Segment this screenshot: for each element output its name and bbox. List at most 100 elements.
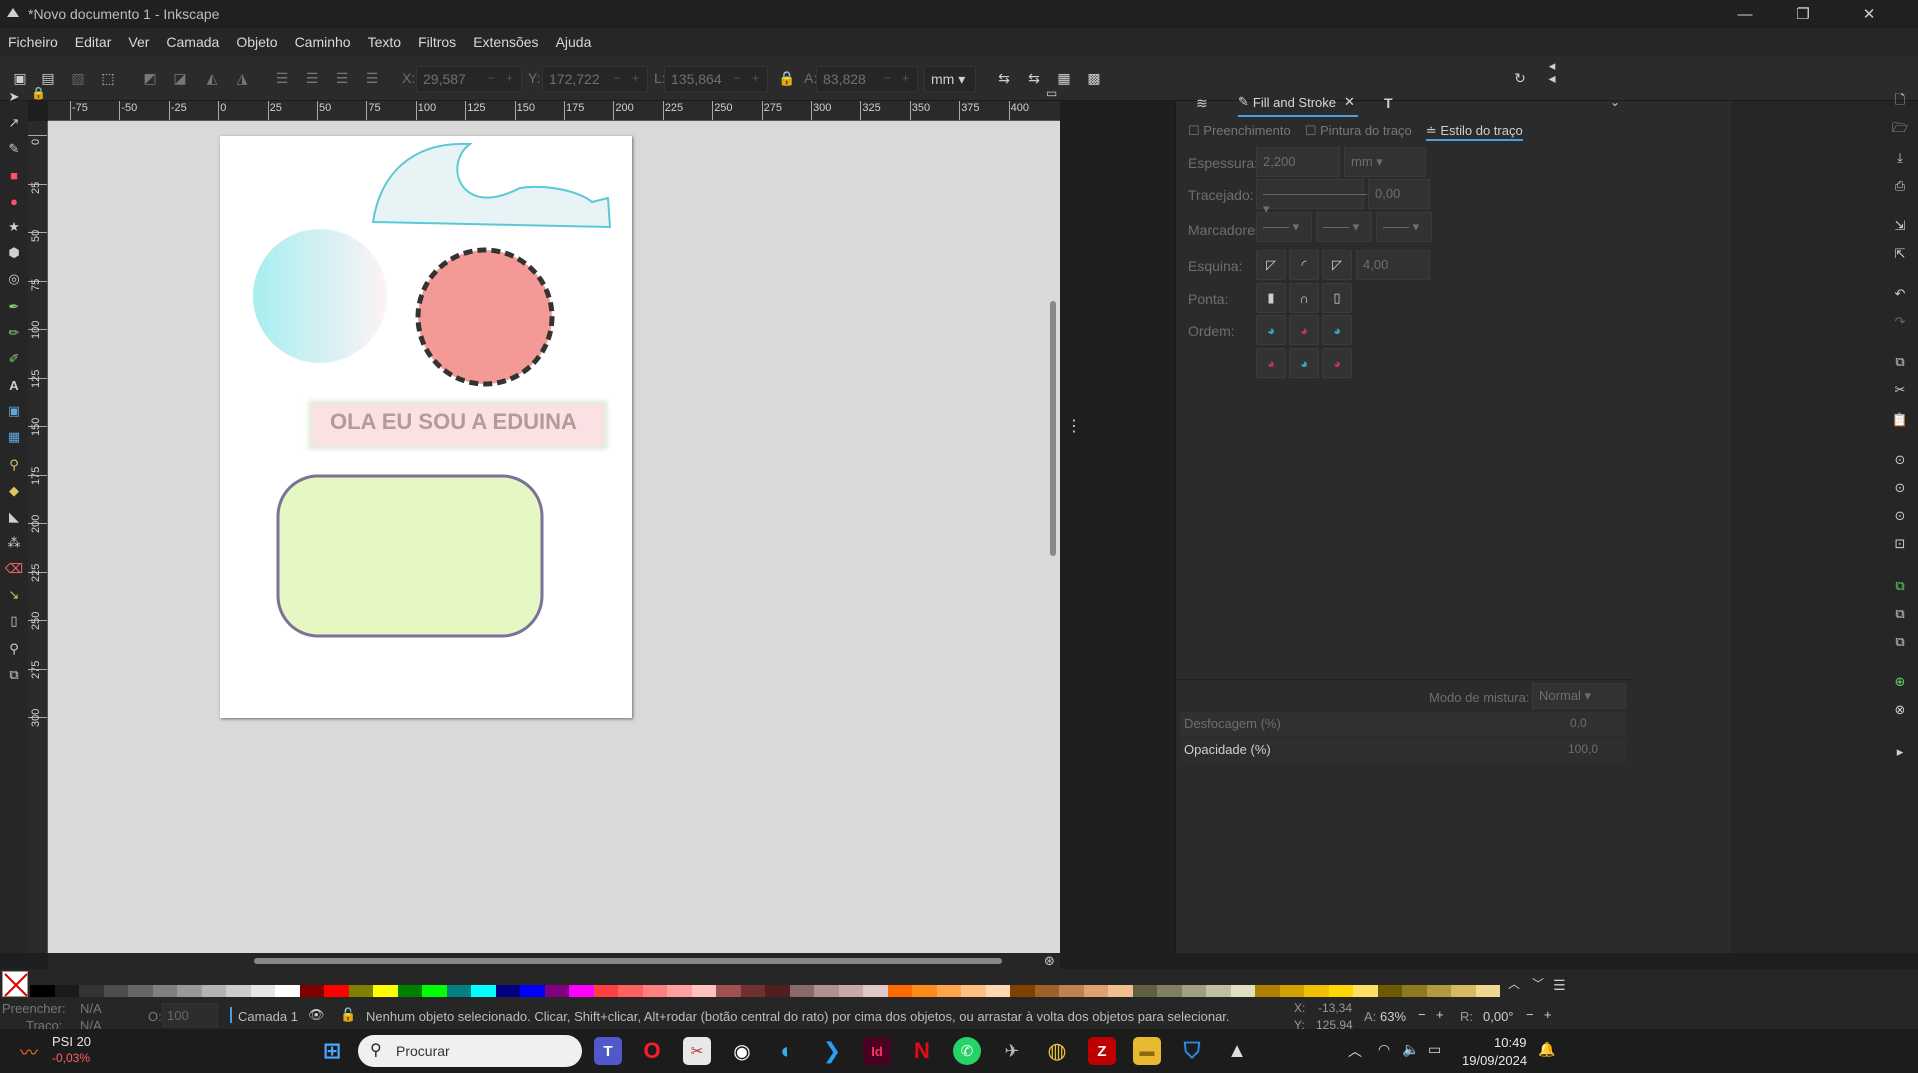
selector-tool-icon[interactable]: ➤ — [4, 87, 24, 107]
color-swatch[interactable] — [1034, 985, 1059, 997]
stroke-width-field[interactable]: 2,200 — [1256, 147, 1340, 177]
end-marker-select[interactable]: —— ▾ — [1376, 212, 1432, 242]
new-document-icon[interactable]: 🗋 — [1890, 92, 1910, 112]
menu-camada[interactable]: Camada — [166, 34, 219, 50]
color-swatch[interactable] — [642, 985, 667, 997]
gradient-circle[interactable] — [253, 229, 387, 363]
color-swatch[interactable] — [422, 985, 447, 997]
color-manage-icon[interactable]: ⊛ — [1044, 953, 1055, 969]
raise-to-top-icon[interactable]: ☰ — [272, 68, 292, 88]
rectangle-tool-icon[interactable]: ■ — [4, 165, 24, 185]
start-marker-select[interactable]: —— ▾ — [1256, 212, 1312, 242]
color-swatch[interactable] — [495, 985, 520, 997]
notifications-icon[interactable]: 🔔 — [1538, 1041, 1555, 1058]
close-tab-icon[interactable]: ✕ — [1344, 94, 1355, 110]
unlink-clone-icon[interactable]: ⧉ — [1890, 632, 1910, 652]
whatsapp-web-icon[interactable]: ◉ — [728, 1037, 756, 1065]
edge-icon[interactable]: ◐ — [773, 1037, 801, 1065]
volume-icon[interactable]: 🔈 — [1402, 1041, 1419, 1058]
color-swatch[interactable] — [250, 985, 275, 997]
color-swatch[interactable] — [1083, 985, 1108, 997]
pen-tool-icon[interactable]: ✒ — [4, 297, 24, 317]
blur-slider[interactable]: Desfocagem (%) 0,0 — [1180, 712, 1626, 736]
deselect-icon[interactable]: ▧ — [68, 68, 88, 88]
open-icon[interactable]: 🗁 — [1890, 120, 1910, 140]
menu-ficheiro[interactable]: Ficheiro — [8, 34, 58, 50]
zoom-out-icon[interactable]: − — [1418, 1007, 1426, 1022]
pages-tool-icon[interactable]: ▯ — [4, 611, 24, 631]
3d-box-tool-icon[interactable]: ⬢ — [4, 243, 24, 263]
battery-icon[interactable]: ▭ — [1428, 1041, 1441, 1058]
windows-start-icon[interactable]: ⊞ — [318, 1037, 346, 1065]
panel-menu-icon[interactable]: ⌄ — [1610, 95, 1620, 109]
paint-bucket-tool-icon[interactable]: ◆ — [4, 481, 24, 501]
chrome-icon[interactable]: ◍ — [1043, 1037, 1071, 1065]
color-swatch[interactable] — [152, 985, 177, 997]
x-field[interactable]: 29,587− + — [416, 66, 522, 92]
transform-patterns-icon[interactable]: ▩ — [1084, 68, 1104, 88]
flip-vertical-icon[interactable]: ◮ — [232, 68, 252, 88]
color-swatch[interactable] — [446, 985, 471, 997]
color-swatch[interactable] — [30, 985, 55, 997]
color-swatch[interactable] — [1181, 985, 1206, 997]
rotation-value[interactable]: 0,00° — [1483, 1009, 1514, 1024]
color-swatch[interactable] — [348, 985, 373, 997]
menu-objeto[interactable]: Objeto — [236, 34, 277, 50]
menu-caminho[interactable]: Caminho — [295, 34, 351, 50]
menu-texto[interactable]: Texto — [368, 34, 401, 50]
gradient-tool-icon[interactable]: ▣ — [4, 401, 24, 421]
select-same-icon[interactable]: ⬚ — [98, 68, 118, 88]
color-swatch[interactable] — [1475, 985, 1500, 997]
vertical-scrollbar[interactable] — [1050, 301, 1056, 556]
order-markers-fill-stroke-icon[interactable]: ◕ — [1256, 348, 1286, 378]
color-swatch[interactable] — [838, 985, 863, 997]
dash-offset-field[interactable]: 0,00 — [1368, 179, 1430, 209]
duplicate-icon[interactable]: ⧉ — [1890, 576, 1910, 596]
unit-select[interactable]: mm ▾ — [924, 66, 976, 92]
bevel-join-icon[interactable]: ◸ — [1256, 250, 1286, 280]
horizontal-scrollbar[interactable] — [254, 958, 1002, 964]
color-swatch[interactable] — [544, 985, 569, 997]
dash-pattern-select[interactable]: ———————— ▾ — [1256, 179, 1367, 216]
color-swatch[interactable] — [1279, 985, 1304, 997]
color-swatch[interactable] — [103, 985, 128, 997]
palette-menu-icon[interactable]: ☰ — [1553, 977, 1566, 994]
netflix-icon[interactable]: N — [908, 1037, 936, 1065]
clock-date[interactable]: 19/09/2024 — [1462, 1053, 1527, 1068]
stock-name[interactable]: PSI 20 — [52, 1034, 91, 1049]
color-swatch[interactable] — [985, 985, 1010, 997]
vpn-shield-icon[interactable]: ⛉ — [1178, 1037, 1206, 1065]
butt-cap-icon[interactable]: ▮ — [1256, 283, 1286, 313]
color-swatch[interactable] — [520, 985, 545, 997]
color-swatch[interactable] — [740, 985, 765, 997]
zoom-selection-icon[interactable]: ⊙ — [1890, 450, 1910, 470]
order-fill-markers-stroke-icon[interactable]: ◕ — [1322, 315, 1352, 345]
rotate-plus-icon[interactable]: + — [1544, 1007, 1552, 1022]
text-tab-icon[interactable]: T — [1384, 95, 1393, 111]
color-swatch[interactable] — [1059, 985, 1084, 997]
spray-tool-icon[interactable]: ⁂ — [4, 533, 24, 553]
vertical-ruler[interactable]: 0 25 50 75 100 125 150 175 200 225 250 275 300 — [28, 121, 48, 953]
zoom-drawing-icon[interactable]: ⊙ — [1890, 478, 1910, 498]
undo-icon[interactable]: ↶ — [1890, 284, 1910, 304]
color-swatch[interactable] — [1010, 985, 1035, 997]
pencil-tool-icon[interactable]: ✏ — [4, 323, 24, 343]
color-swatch[interactable] — [912, 985, 937, 997]
canvas-text-object[interactable]: OLA EU SOU A EDUINA — [330, 409, 577, 434]
no-paint-swatch[interactable] — [2, 971, 28, 997]
color-swatch[interactable] — [887, 985, 912, 997]
expand-commands-icon[interactable]: ▸ — [1890, 742, 1910, 762]
color-swatch[interactable] — [226, 985, 251, 997]
miter-limit-field[interactable]: 4,00 — [1356, 250, 1430, 280]
teams-icon[interactable]: T — [594, 1037, 622, 1065]
wave-shape[interactable] — [371, 142, 612, 229]
calligraphy-tool-icon[interactable]: ✐ — [4, 349, 24, 369]
rounded-rectangle[interactable] — [276, 474, 544, 638]
layers-tab-icon[interactable]: ≋ — [1196, 95, 1208, 112]
color-swatch[interactable] — [1108, 985, 1133, 997]
color-swatch[interactable] — [1230, 985, 1255, 997]
color-swatch[interactable] — [1377, 985, 1402, 997]
color-swatch[interactable] — [299, 985, 324, 997]
display-mode-icon[interactable]: ▭ — [1046, 86, 1057, 100]
rotate-ccw-icon[interactable]: ◩ — [140, 68, 160, 88]
